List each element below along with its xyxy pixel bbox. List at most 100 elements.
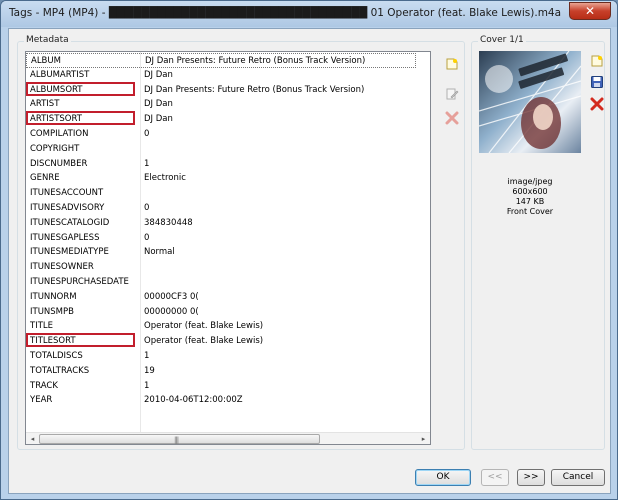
edit-tag-button[interactable] (443, 85, 460, 102)
tag-key: TRACK (30, 380, 58, 391)
metadata-group: Metadata ALBUM DJ Dan Presents: Future Re… (17, 35, 465, 450)
cover-art-image[interactable] (479, 51, 581, 153)
cover-type: Front Cover (506, 207, 554, 216)
tag-row[interactable]: ITUNESGAPLESS 0 (26, 231, 416, 246)
tag-key: TOTALTRACKS (30, 365, 90, 376)
tag-row[interactable]: COPYRIGHT (26, 142, 416, 157)
tag-key: ITUNESMEDIATYPE (30, 247, 109, 258)
remove-tag-button[interactable] (443, 109, 460, 126)
save-cover-icon (590, 75, 603, 88)
tag-value[interactable]: 0 (144, 233, 149, 243)
tag-key: YEAR (30, 395, 53, 406)
next-file-button[interactable]: >> (517, 469, 545, 486)
tag-key: TITLE (30, 321, 53, 332)
tag-value[interactable]: DJ Dan Presents: Future Retro (Bonus Tra… (145, 56, 365, 66)
tag-value[interactable]: 1 (144, 351, 149, 361)
previous-file-button[interactable]: << (481, 469, 509, 486)
horizontal-scrollbar[interactable]: ◂ ||| ▸ (26, 432, 430, 444)
tag-value[interactable]: 0 (144, 129, 149, 139)
tag-row[interactable]: ITUNESMEDIATYPE Normal (26, 245, 416, 260)
tag-row[interactable]: ITUNESCATALOGID 384830448 (26, 216, 416, 231)
tag-value[interactable]: 1 (144, 381, 149, 391)
tag-key: COMPILATION (30, 129, 89, 139)
tag-value[interactable]: 00000CF3 0( (144, 292, 199, 302)
scroll-grip: ||| (174, 436, 179, 444)
tag-row[interactable]: TITLE Operator (feat. Blake Lewis) (26, 319, 416, 334)
remove-tag-icon (445, 111, 458, 124)
save-cover-button[interactable] (588, 73, 605, 90)
tag-key: TITLESORT (30, 336, 76, 347)
tag-value[interactable]: 2010-04-06T12:00:00Z (144, 395, 243, 405)
tag-row[interactable]: ALBUM DJ Dan Presents: Future Retro (Bonu… (26, 53, 416, 68)
tag-value[interactable]: 00000000 0( (144, 307, 199, 317)
tag-row[interactable]: ITUNESPURCHASEDATE (26, 275, 416, 290)
tag-key: TOTALDISCS (30, 351, 83, 361)
tag-key: DISCNUMBER (30, 158, 88, 169)
tag-value[interactable]: Normal (144, 247, 175, 257)
tag-value[interactable]: 1 (144, 159, 149, 169)
scroll-left-button[interactable]: ◂ (26, 433, 39, 444)
cover-size: 147 KB (515, 197, 545, 206)
metadata-list[interactable]: ALBUM DJ Dan Presents: Future Retro (Bonu… (25, 51, 431, 445)
cover-info: image/jpeg 600x600 147 KB Front Cover (479, 177, 581, 217)
tag-value[interactable]: 19 (144, 366, 155, 376)
tag-row[interactable]: YEAR 2010-04-06T12:00:00Z (26, 393, 416, 408)
tag-key: ARTISTSORT (30, 114, 82, 125)
edit-tag-icon (446, 88, 458, 99)
tag-key: ARTIST (30, 99, 60, 110)
dialog-body: Metadata ALBUM DJ Dan Presents: Future Re… (8, 28, 611, 494)
tag-key: ITUNESADVISORY (30, 203, 105, 213)
tag-value[interactable]: Operator (feat. Blake Lewis) (144, 321, 263, 331)
tag-row[interactable]: ARTIST DJ Dan (26, 97, 416, 112)
tags-dialog: Tags - MP4 (MP4) - █████████████████████… (0, 0, 618, 500)
tag-value[interactable]: Electronic (144, 173, 186, 183)
scroll-thumb[interactable]: ||| (39, 434, 320, 444)
cover-mime: image/jpeg (507, 177, 553, 186)
add-tag-icon (446, 58, 457, 69)
tag-value[interactable]: DJ Dan (144, 99, 173, 109)
cover-dimensions: 600x600 (512, 187, 548, 196)
tag-row[interactable]: ITUNESADVISORY 0 (26, 201, 416, 216)
cancel-button[interactable]: Cancel (551, 469, 605, 486)
tag-row[interactable]: ALBUMSORT DJ Dan Presents: Future Retro (… (26, 81, 416, 98)
remove-cover-button[interactable] (588, 95, 605, 112)
close-button[interactable]: ✕ (569, 2, 611, 20)
tag-key: COPYRIGHT (30, 143, 80, 154)
tag-key: ALBUMSORT (30, 84, 83, 95)
tag-key: ITUNESPURCHASEDATE (30, 277, 129, 287)
tag-value[interactable]: DJ Dan Presents: Future Retro (Bonus Tra… (144, 85, 364, 95)
tag-row[interactable]: ITUNESACCOUNT (26, 186, 416, 201)
tag-value[interactable]: 0 (144, 203, 149, 213)
tag-row[interactable]: DISCNUMBER 1 (26, 157, 416, 172)
tag-row[interactable]: ALBUMARTIST DJ Dan (26, 68, 416, 83)
cover-group: Cover 1/1 image/jpeg 600x600 147 KB Fron… (471, 35, 605, 450)
add-cover-button[interactable] (588, 52, 605, 69)
tag-row[interactable]: ITUNESOWNER (26, 260, 416, 275)
tag-row[interactable]: COMPILATION 0 (26, 127, 416, 142)
tag-row[interactable]: ITUNSMPB 00000000 0( (26, 305, 416, 320)
tag-row[interactable]: GENRE Electronic (26, 171, 416, 186)
tag-key: ITUNESGAPLESS (30, 232, 100, 243)
tag-value[interactable]: Operator (feat. Blake Lewis) (144, 336, 263, 346)
title-bar[interactable]: Tags - MP4 (MP4) - █████████████████████… (1, 1, 617, 27)
remove-cover-icon (590, 97, 603, 110)
tag-key: ITUNNORM (30, 291, 77, 302)
tag-value[interactable]: DJ Dan (144, 114, 173, 124)
cover-group-label: Cover 1/1 (478, 35, 526, 45)
tag-key: ALBUM (31, 56, 61, 66)
tag-row[interactable]: ITUNNORM 00000CF3 0( (26, 290, 416, 305)
tag-value[interactable]: DJ Dan (144, 70, 173, 80)
metadata-group-label: Metadata (24, 35, 71, 45)
tag-row[interactable]: ARTISTSORT DJ Dan (26, 111, 416, 127)
tag-value[interactable]: 384830448 (144, 218, 193, 228)
tag-row[interactable]: TRACK 1 (26, 379, 416, 394)
tag-row[interactable]: TITLESORT Operator (feat. Blake Lewis) (26, 333, 416, 349)
add-tag-button[interactable] (443, 55, 460, 72)
tag-row[interactable]: TOTALDISCS 1 (26, 349, 416, 364)
tag-row[interactable]: TOTALTRACKS 19 (26, 364, 416, 379)
tag-key: ITUNESACCOUNT (30, 188, 104, 199)
scroll-right-button[interactable]: ▸ (417, 433, 430, 444)
tag-key: ITUNESCATALOGID (30, 217, 110, 228)
ok-button[interactable]: OK (415, 469, 471, 486)
album-cover-artwork (479, 51, 581, 153)
